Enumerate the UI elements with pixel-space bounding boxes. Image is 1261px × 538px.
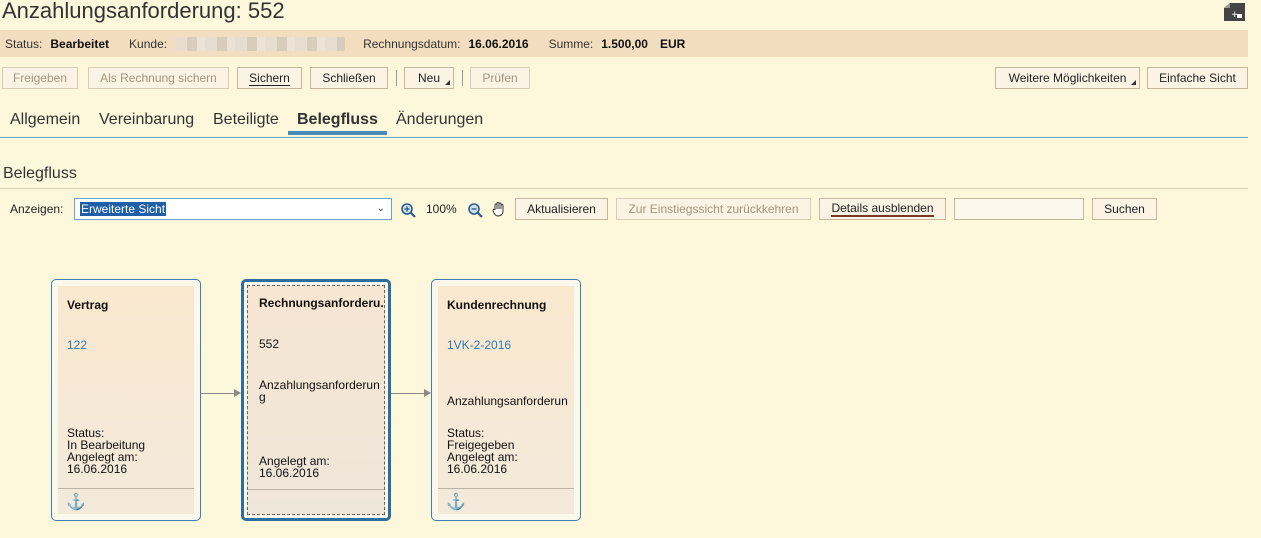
flow-card-invoice-request[interactable]: Rechnungsanforderu. 552 Anzahlungsanford… [241, 279, 391, 521]
invoice-date-label: Rechnungsdatum: [363, 36, 461, 51]
customer-label: Kunde: [129, 36, 168, 51]
sum-label: Summe: [548, 36, 594, 51]
close-label: Schließen [322, 71, 376, 85]
sum-value: 1.500,00 [601, 36, 648, 51]
check-button[interactable]: Prüfen [470, 67, 530, 89]
toolbar-separator [462, 70, 463, 86]
card-created-value: 16.06.2016 [67, 462, 128, 476]
card-title: Kundenrechnung [447, 298, 547, 312]
zoom-out-icon[interactable] [467, 202, 483, 218]
hide-details-button[interactable]: Details ausblenden [819, 198, 946, 220]
flow-arrow-icon [234, 389, 241, 397]
save-button[interactable]: Sichern [237, 67, 302, 89]
tab-aenderungen[interactable]: Änderungen [396, 111, 483, 129]
simple-view-button[interactable]: Einfache Sicht [1147, 67, 1248, 89]
card-footer-divider [438, 488, 574, 489]
status-label: Status: [5, 36, 43, 51]
back-to-entry-view-button[interactable]: Zur Einstiegssicht zurückkehren [616, 198, 811, 220]
refresh-button[interactable]: Aktualisieren [515, 198, 608, 220]
check-label: Prüfen [482, 71, 518, 85]
search-label: Suchen [1104, 202, 1145, 216]
active-tab-indicator [288, 131, 387, 135]
hide-details-label: Details ausblenden [831, 201, 934, 217]
new-label: Neu [417, 71, 440, 85]
status-value: Bearbeitet [50, 36, 110, 51]
anchor-icon[interactable]: ⚓ [446, 492, 466, 512]
new-button[interactable]: Neu [404, 67, 454, 89]
view-select[interactable]: Erweiterte Sicht ⌄ [74, 198, 392, 220]
save-label: Sichern [249, 70, 290, 86]
anchor-icon[interactable]: ⚓ [66, 492, 86, 512]
currency-value: EUR [659, 36, 686, 51]
zoom-level: 100% [426, 202, 457, 216]
freigeben-label: Freigeben [12, 71, 68, 85]
more-options-button[interactable]: Weitere Möglichkeiten [995, 67, 1140, 89]
flow-arrow-icon [424, 389, 431, 397]
more-options-label: Weitere Möglichkeiten [1008, 71, 1127, 85]
contract-link[interactable]: 122 [67, 338, 87, 352]
invoice-date-value: 16.06.2016 [468, 36, 529, 51]
search-button[interactable]: Suchen [1092, 198, 1157, 220]
tab-belegfluss[interactable]: Belegfluss [297, 111, 378, 129]
tab-beteiligte[interactable]: Beteiligte [213, 111, 279, 129]
card-body: Kundenrechnung 1VK-2-2016 Anzahlungsanfo… [438, 286, 574, 514]
flow-card-contract[interactable]: Vertrag 122 Status: In Bearbeitung Angel… [51, 279, 201, 521]
card-number: 552 [259, 337, 280, 351]
back-to-entry-view-label: Zur Einstiegssicht zurückkehren [628, 202, 799, 216]
toolbar-separator [396, 70, 397, 86]
card-title: Vertrag [67, 298, 109, 312]
tab-allgemein[interactable]: Allgemein [10, 111, 80, 129]
simple-view-label: Einfache Sicht [1159, 71, 1236, 85]
section-divider [0, 188, 1248, 189]
save-as-invoice-label: Als Rechnung sichern [100, 71, 217, 85]
refresh-label: Aktualisieren [527, 202, 596, 216]
close-button[interactable]: Schließen [310, 67, 388, 89]
card-created-value: 16.06.2016 [259, 466, 320, 480]
card-title: Rechnungsanforderu. [259, 296, 384, 310]
flow-card-customer-invoice[interactable]: Kundenrechnung 1VK-2-2016 Anzahlungsanfo… [431, 279, 581, 521]
flow-connector [391, 393, 426, 394]
hand-icon[interactable] [491, 201, 507, 217]
card-body: Rechnungsanforderu. 552 Anzahlungsanford… [247, 285, 385, 515]
card-type: Anzahlungsanforderun [447, 394, 568, 408]
view-label: Anzeigen: [10, 202, 64, 216]
card-type-line2: g [259, 390, 266, 404]
customer-invoice-link[interactable]: 1VK-2-2016 [447, 338, 511, 352]
dropdown-indicator-icon [1131, 80, 1136, 85]
save-as-invoice-button[interactable]: Als Rechnung sichern [88, 67, 229, 89]
search-input[interactable] [954, 198, 1084, 220]
customer-value-redacted [175, 36, 346, 51]
zoom-in-icon[interactable] [400, 202, 416, 218]
flow-connector [201, 393, 236, 394]
dropdown-indicator-icon [445, 80, 450, 85]
card-footer-divider [248, 489, 384, 490]
tab-vereinbarung[interactable]: Vereinbarung [99, 111, 194, 129]
card-footer-divider [58, 488, 194, 489]
tab-bar: Allgemein Vereinbarung Beteiligte Belegf… [0, 108, 1248, 138]
section-title: Belegfluss [3, 165, 77, 182]
freigeben-button[interactable]: Freigeben [2, 67, 78, 89]
info-bar: Status: Bearbeitet Kunde: Rechnungsdatum… [0, 30, 1248, 57]
card-created-value: 16.06.2016 [447, 462, 508, 476]
page-title: Anzahlungsanforderung: 552 [2, 0, 285, 23]
card-type-line1: Anzahlungsanforderun [259, 378, 380, 392]
new-window-icon[interactable]: + [1221, 2, 1247, 22]
card-body: Vertrag 122 Status: In Bearbeitung Angel… [58, 286, 194, 514]
view-select-value: Erweiterte Sicht [80, 202, 167, 216]
chevron-down-icon: ⌄ [376, 203, 385, 214]
